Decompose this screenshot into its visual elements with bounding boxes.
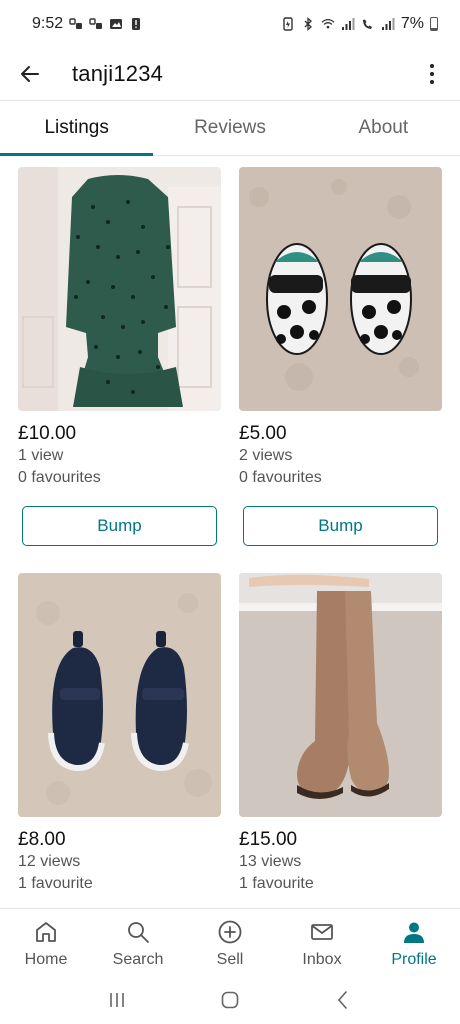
listing-card[interactable]: £15.00 13 views 1 favourite [239, 573, 442, 895]
trainers-image [18, 573, 221, 817]
nav-inbox[interactable]: Inbox [276, 909, 368, 976]
listing-card[interactable]: £8.00 12 views 1 favourite [18, 573, 221, 895]
tab-reviews[interactable]: Reviews [153, 101, 306, 155]
nav-home[interactable]: Home [0, 909, 92, 976]
slippers-image [239, 167, 442, 411]
plus-circle-icon [218, 920, 242, 944]
listing-favourites: 1 favourite [239, 875, 314, 892]
battery-saver-icon [283, 17, 293, 31]
nav-label: Search [112, 951, 164, 968]
system-navigation [0, 976, 460, 1024]
status-bar: 9:52 7% [0, 0, 460, 48]
listing-views: 1 view [18, 447, 64, 464]
listing-price: £15.00 [239, 829, 298, 850]
listing-card[interactable]: £5.00 2 views 0 favourites Bump [239, 167, 442, 546]
search-icon [128, 922, 149, 943]
bluetooth-icon [304, 17, 312, 31]
listing-price: £8.00 [18, 829, 66, 850]
alert-icon [132, 18, 141, 30]
nav-label: Inbox [302, 951, 342, 968]
bump-button[interactable]: Bump [22, 506, 217, 546]
listing-favourites: 1 favourite [18, 875, 93, 892]
person-icon [404, 922, 424, 943]
page-title: tanji1234 [72, 61, 164, 86]
status-time: 9:52 [32, 15, 64, 32]
signal-icon [381, 18, 395, 30]
nav-sell[interactable]: Sell [184, 909, 276, 976]
listing-favourites: 0 favourites [239, 469, 322, 486]
bottom-navigation: Home Search Sell Inbox Profile [0, 908, 460, 976]
listing-photo-slippers[interactable] [239, 167, 442, 411]
wifi-calling-icon [362, 19, 372, 29]
app-bar: tanji1234 [0, 48, 460, 100]
listing-photo-trainers[interactable] [18, 573, 221, 817]
system-back-icon[interactable] [333, 990, 353, 1010]
listing-price: £5.00 [239, 423, 287, 444]
wifi-icon [321, 19, 335, 29]
listing-views: 13 views [239, 853, 302, 870]
battery-icon [430, 17, 438, 31]
notification-icon [89, 18, 103, 29]
listing-price: £10.00 [18, 423, 77, 444]
nav-label: Home [24, 951, 68, 968]
recent-apps-icon[interactable] [107, 990, 127, 1010]
notification-icon [69, 18, 83, 29]
listing-photo-boots[interactable] [239, 573, 442, 817]
mail-icon [311, 924, 333, 940]
nav-label: Profile [391, 951, 437, 968]
listing-favourites: 0 favourites [18, 469, 101, 486]
bump-button[interactable]: Bump [243, 506, 438, 546]
tab-about[interactable]: About [307, 101, 460, 155]
nav-label: Sell [216, 951, 244, 968]
listing-photo-dress[interactable] [18, 167, 221, 411]
listing-views: 2 views [239, 447, 293, 464]
listings-grid: £10.00 1 view 0 favourites Bump £5.00 2 … [18, 167, 442, 895]
home-icon [36, 922, 56, 942]
profile-tabs: Listings Reviews About [0, 100, 460, 156]
home-button-icon[interactable] [220, 990, 240, 1010]
boots-image [239, 573, 442, 817]
nav-search[interactable]: Search [92, 909, 184, 976]
gallery-icon [110, 19, 123, 29]
tab-listings[interactable]: Listings [0, 101, 154, 156]
more-options-icon[interactable] [420, 62, 444, 86]
back-arrow-icon[interactable] [18, 62, 42, 86]
signal-icon [341, 18, 355, 30]
nav-profile[interactable]: Profile [368, 909, 460, 976]
dress-image [18, 167, 221, 411]
listing-views: 12 views [18, 853, 81, 870]
listing-card[interactable]: £10.00 1 view 0 favourites Bump [18, 167, 221, 546]
battery-percent: 7% [400, 15, 424, 32]
